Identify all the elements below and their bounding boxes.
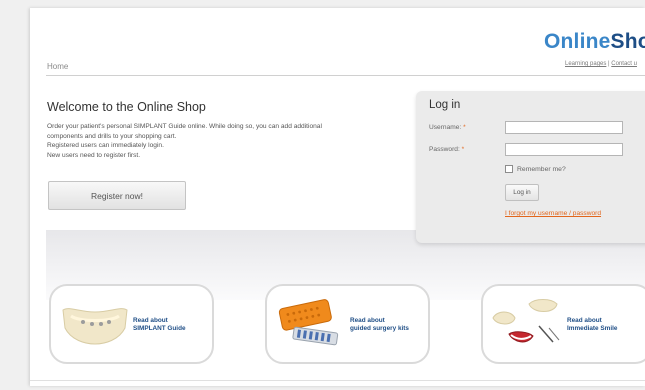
card-label: Read about guided surgery kits xyxy=(350,317,409,333)
card-label: Read about SIMPLANT Guide xyxy=(133,317,186,333)
register-button[interactable]: Register now! xyxy=(48,181,186,210)
dental-prosthesis-icon xyxy=(492,299,560,343)
username-label-text: Username: xyxy=(429,124,462,131)
online-shop-logo[interactable]: OnlineShop xyxy=(544,30,645,54)
welcome-line: components and drills to your shopping c… xyxy=(47,132,177,140)
card-label-line1: Read about xyxy=(133,317,168,324)
username-input[interactable] xyxy=(505,121,623,134)
forgot-password-link[interactable]: I forgot my username / password xyxy=(505,210,601,217)
logo-shop: Shop xyxy=(610,30,645,53)
card-immediate-smile[interactable]: Read about Immediate Smile xyxy=(481,284,645,364)
login-panel: Log in Username: * Password: * Remember … xyxy=(416,91,645,243)
learning-pages-link[interactable]: Learning pages xyxy=(565,61,606,67)
card-label-line2: SIMPLANT Guide xyxy=(133,325,186,332)
page: OnlineShop Home Learning pages | Contact… xyxy=(30,8,645,386)
login-button[interactable]: Log in xyxy=(505,184,539,201)
surgery-kit-icon xyxy=(278,299,339,346)
card-label: Read about Immediate Smile xyxy=(567,317,617,333)
logo-online: Online xyxy=(544,30,611,53)
welcome-line: Order your patient's personal SIMPLANT G… xyxy=(47,123,322,130)
welcome-line: New users need to register first. xyxy=(47,151,141,159)
username-label: Username: * xyxy=(429,124,466,131)
login-title: Log in xyxy=(429,99,461,111)
card-label-line2: Immediate Smile xyxy=(567,325,618,332)
password-label-text: Password: xyxy=(429,146,460,153)
required-mark: * xyxy=(463,124,466,131)
remember-me[interactable]: Remember me? xyxy=(505,165,566,173)
card-label-line2: guided surgery kits xyxy=(350,325,409,332)
welcome-text: Order your patient's personal SIMPLANT G… xyxy=(47,122,387,160)
welcome-line: Registered users can immediately login. xyxy=(47,142,164,149)
required-mark: * xyxy=(461,146,465,153)
remember-me-checkbox[interactable] xyxy=(505,165,513,173)
card-label-line1: Read about xyxy=(567,317,602,324)
top-links: Learning pages | Contact u xyxy=(565,61,637,67)
header-divider xyxy=(46,75,645,76)
footer-divider xyxy=(30,380,645,381)
password-label: Password: * xyxy=(429,146,464,153)
contact-us-link[interactable]: Contact u xyxy=(611,61,637,67)
password-input[interactable] xyxy=(505,143,623,156)
remember-me-label: Remember me? xyxy=(517,165,566,173)
card-surgery-kits[interactable]: Read about guided surgery kits xyxy=(265,284,430,364)
surgical-guide-icon xyxy=(62,308,128,345)
welcome-title: Welcome to the Online Shop xyxy=(47,100,206,114)
card-simplant-guide[interactable]: Read about SIMPLANT Guide xyxy=(49,284,214,364)
card-label-line1: Read about xyxy=(350,317,385,324)
breadcrumb-home[interactable]: Home xyxy=(47,62,68,71)
